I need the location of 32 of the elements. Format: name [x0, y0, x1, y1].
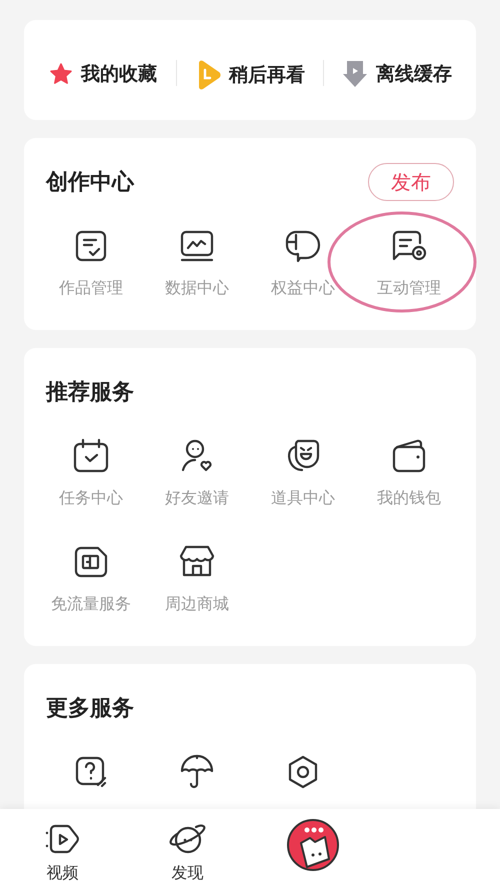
tab-label[interactable]: 视频: [46, 861, 78, 885]
service-label[interactable]: 作品管理: [59, 276, 123, 300]
service-label[interactable]: 我的钱包: [377, 486, 441, 510]
service-label[interactable]: 好友邀请: [165, 486, 229, 510]
section-title: 创作中心: [46, 168, 134, 196]
shortcut-link[interactable]: 我的收藏: [81, 60, 157, 88]
chart-monitor-icon: [179, 229, 215, 263]
shortcut-link[interactable]: 离线缓存: [376, 60, 452, 88]
tab-label[interactable]: 发现: [172, 861, 204, 885]
service-label[interactable]: 道具中心: [271, 486, 335, 510]
service-label[interactable]: 数据中心: [165, 276, 229, 300]
service-label[interactable]: 权益中心: [271, 276, 335, 300]
shortcut-link[interactable]: 稍后再看: [229, 60, 305, 90]
service-label[interactable]: 周边商城: [165, 592, 229, 616]
section-title: 更多服务: [46, 694, 134, 722]
section-title: 推荐服务: [46, 378, 134, 406]
sim-card-icon: [73, 545, 109, 579]
settings-icon: [286, 754, 320, 790]
download-icon: [342, 60, 368, 88]
wallet-icon: [391, 438, 427, 474]
service-label[interactable]: 任务中心: [59, 486, 123, 510]
message-gear-icon: [390, 229, 428, 263]
service-label[interactable]: 免流量服务: [51, 592, 131, 616]
help-icon: [74, 755, 108, 789]
umbrella-icon: [179, 754, 215, 790]
publish-button[interactable]: 发布: [368, 163, 454, 201]
calendar-check-icon: [72, 438, 110, 474]
checklist-icon: [74, 229, 108, 263]
star-icon: [49, 62, 73, 86]
service-label[interactable]: 互动管理: [377, 276, 441, 300]
shield-bubble-icon: [283, 229, 323, 263]
avatar-button[interactable]: [286, 819, 338, 871]
